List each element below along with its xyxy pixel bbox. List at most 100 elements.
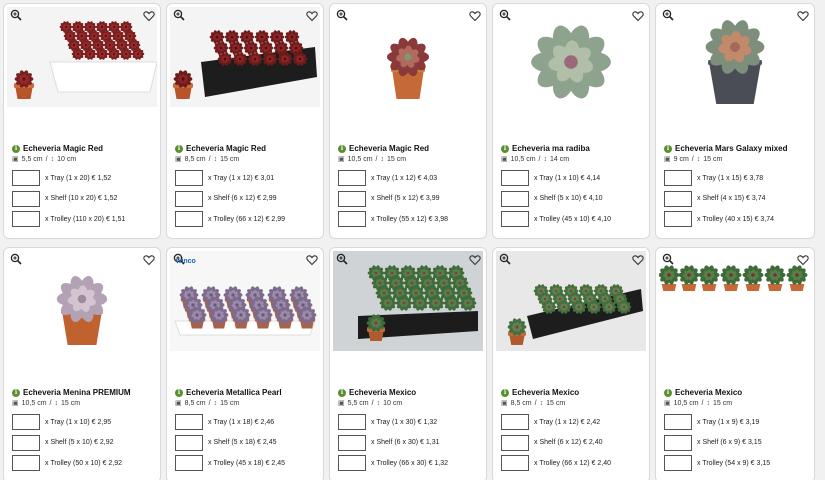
product-image[interactable] bbox=[7, 251, 157, 351]
quantity-input[interactable] bbox=[175, 414, 203, 430]
product-card[interactable]: i Echeveria Magic Red ▣ 8,5 cm / ↕ 15 cm… bbox=[166, 3, 324, 239]
product-card[interactable]: i Echeveria Magic Red ▣ 5,5 cm / ↕ 10 cm… bbox=[3, 3, 161, 239]
heart-outline-icon[interactable] bbox=[797, 10, 809, 22]
zoom-icon[interactable] bbox=[499, 9, 511, 21]
zoom-icon[interactable] bbox=[499, 253, 511, 265]
quantity-input[interactable] bbox=[501, 170, 529, 186]
heart-outline-icon[interactable] bbox=[632, 254, 644, 266]
quantity-input[interactable] bbox=[12, 211, 40, 227]
quantity-input[interactable] bbox=[338, 434, 366, 451]
product-card[interactable]: i Echeveria Mexico ▣ 5,5 cm / ↕ 10 cm x … bbox=[329, 247, 487, 480]
product-image[interactable] bbox=[659, 251, 811, 351]
heart-outline-icon[interactable] bbox=[143, 254, 155, 266]
info-circle-icon[interactable]: i bbox=[501, 388, 509, 397]
quantity-input[interactable] bbox=[12, 455, 40, 471]
info-circle-icon[interactable]: i bbox=[175, 388, 183, 397]
quantity-input[interactable] bbox=[664, 414, 692, 430]
quantity-input[interactable] bbox=[664, 170, 692, 186]
product-title: i Echeveria Mars Galaxy mixed bbox=[664, 144, 810, 153]
quantity-input[interactable] bbox=[12, 434, 40, 451]
product-card[interactable]: winco i Echeveria Metallica Pearl ▣ 8,5 … bbox=[166, 247, 324, 480]
quantity-input[interactable] bbox=[501, 211, 529, 227]
zoom-icon[interactable] bbox=[662, 9, 674, 21]
quantity-input[interactable] bbox=[501, 414, 529, 430]
order-options: x Tray (1 x 9) € 3,19 x Shelf (6 x 9) € … bbox=[664, 413, 810, 472]
product-image[interactable] bbox=[496, 251, 646, 351]
product-image[interactable] bbox=[7, 7, 157, 107]
info-circle-icon[interactable]: i bbox=[12, 388, 20, 397]
product-image[interactable] bbox=[496, 7, 646, 107]
info-circle-icon[interactable]: i bbox=[338, 388, 346, 397]
order-options: x Tray (1 x 12) € 4,03 x Shelf (5 x 12) … bbox=[338, 169, 482, 228]
zoom-icon[interactable] bbox=[173, 9, 185, 21]
heart-outline-icon[interactable] bbox=[306, 10, 318, 22]
heart-outline-icon[interactable] bbox=[469, 254, 481, 266]
quantity-input[interactable] bbox=[338, 455, 366, 471]
product-name[interactable]: Echeveria Mars Galaxy mixed bbox=[675, 144, 788, 153]
product-name[interactable]: Echeveria Menina PREMIUM bbox=[23, 388, 131, 397]
heart-outline-icon[interactable] bbox=[143, 10, 155, 22]
product-image[interactable] bbox=[170, 251, 320, 351]
zoom-icon[interactable] bbox=[336, 253, 348, 265]
quantity-input[interactable] bbox=[501, 455, 529, 471]
quantity-input[interactable] bbox=[175, 434, 203, 451]
product-photo bbox=[496, 251, 646, 351]
order-option: x Tray (1 x 12) € 3,01 bbox=[175, 169, 319, 187]
product-name[interactable]: Echeveria Mexico bbox=[512, 388, 579, 397]
product-image[interactable] bbox=[333, 7, 483, 107]
order-unit-price: x Shelf (5 x 10) € 2,92 bbox=[45, 439, 114, 446]
quantity-input[interactable] bbox=[664, 211, 692, 227]
quantity-input[interactable] bbox=[338, 170, 366, 186]
product-image[interactable] bbox=[659, 7, 811, 107]
plant-height: 15 cm bbox=[220, 155, 240, 163]
info-circle-icon[interactable]: i bbox=[338, 144, 346, 153]
product-name[interactable]: Echeveria Mexico bbox=[675, 388, 742, 397]
product-card[interactable]: i Echeveria Mexico ▣ 10,5 cm / ↕ 15 cm x… bbox=[655, 247, 815, 480]
heart-outline-icon[interactable] bbox=[306, 254, 318, 266]
quantity-input[interactable] bbox=[12, 170, 40, 186]
plant-height: 10 cm bbox=[57, 155, 77, 163]
quantity-input[interactable] bbox=[664, 434, 692, 451]
product-name[interactable]: Echeveria Magic Red bbox=[23, 144, 103, 153]
quantity-input[interactable] bbox=[338, 414, 366, 430]
order-options: x Tray (1 x 10) € 4,14 x Shelf (5 x 10) … bbox=[501, 169, 645, 228]
quantity-input[interactable] bbox=[175, 211, 203, 227]
pot-icon: ▣ bbox=[12, 400, 19, 407]
product-card[interactable]: i Echeveria Magic Red ▣ 10,5 cm / ↕ 15 c… bbox=[329, 3, 487, 239]
quantity-input[interactable] bbox=[12, 190, 40, 207]
quantity-input[interactable] bbox=[501, 434, 529, 451]
product-name[interactable]: Echeveria Magic Red bbox=[186, 144, 266, 153]
info-circle-icon[interactable]: i bbox=[501, 144, 509, 153]
zoom-icon[interactable] bbox=[10, 9, 22, 21]
info-circle-icon[interactable]: i bbox=[664, 144, 672, 153]
heart-outline-icon[interactable] bbox=[797, 254, 809, 266]
info-circle-icon[interactable]: i bbox=[664, 388, 672, 397]
product-name[interactable]: Echeveria Metallica Pearl bbox=[186, 388, 282, 397]
heart-outline-icon[interactable] bbox=[469, 10, 481, 22]
product-card[interactable]: i Echeveria Mars Galaxy mixed ▣ 9 cm / ↕… bbox=[655, 3, 815, 239]
product-card[interactable]: i Echeveria ma radiba ▣ 10,5 cm / ↕ 14 c… bbox=[492, 3, 650, 239]
quantity-input[interactable] bbox=[664, 455, 692, 471]
heart-outline-icon[interactable] bbox=[632, 10, 644, 22]
quantity-input[interactable] bbox=[338, 211, 366, 227]
quantity-input[interactable] bbox=[664, 190, 692, 207]
info-circle-icon[interactable]: i bbox=[175, 144, 183, 153]
product-image[interactable] bbox=[170, 7, 320, 107]
pot-size: 10,5 cm bbox=[21, 399, 47, 407]
quantity-input[interactable] bbox=[338, 190, 366, 207]
product-image[interactable] bbox=[333, 251, 483, 351]
product-card[interactable]: i Echeveria Mexico ▣ 8,5 cm / ↕ 15 cm x … bbox=[492, 247, 650, 480]
quantity-input[interactable] bbox=[175, 190, 203, 207]
product-name[interactable]: Echeveria Magic Red bbox=[349, 144, 429, 153]
zoom-icon[interactable] bbox=[336, 9, 348, 21]
product-name[interactable]: Echeveria Mexico bbox=[349, 388, 416, 397]
info-circle-icon[interactable]: i bbox=[12, 144, 20, 153]
zoom-icon[interactable] bbox=[662, 253, 674, 265]
quantity-input[interactable] bbox=[12, 414, 40, 430]
zoom-icon[interactable] bbox=[10, 253, 22, 265]
product-card[interactable]: i Echeveria Menina PREMIUM ▣ 10,5 cm / ↕… bbox=[3, 247, 161, 480]
product-name[interactable]: Echeveria ma radiba bbox=[512, 144, 590, 153]
quantity-input[interactable] bbox=[175, 170, 203, 186]
quantity-input[interactable] bbox=[501, 190, 529, 207]
quantity-input[interactable] bbox=[175, 455, 203, 471]
